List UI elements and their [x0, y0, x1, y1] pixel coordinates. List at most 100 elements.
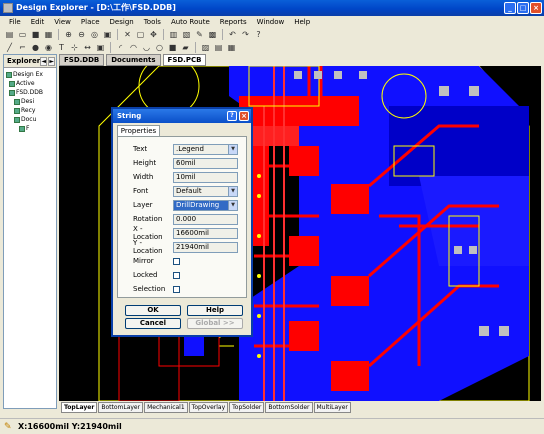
via-icon[interactable]: ● — [30, 42, 41, 53]
keepout-icon[interactable]: ▤ — [213, 42, 224, 53]
menu-autoroute[interactable]: Auto Route — [166, 18, 215, 26]
tree-item[interactable]: Design Ex — [6, 70, 54, 79]
text-dropdown[interactable]: .Legend ▼ — [173, 143, 238, 155]
explorer-tree: Design Ex Active FSD.DDB Desi Recy Docu … — [4, 68, 56, 135]
next-arrow-icon[interactable]: ► — [48, 56, 56, 66]
tree-item[interactable]: F — [6, 124, 54, 133]
menu-design[interactable]: Design — [105, 18, 139, 26]
chevron-down-icon[interactable]: ▼ — [228, 200, 237, 210]
dialog-titlebar: String ? × — [113, 109, 251, 123]
rotation-row: Rotation 0.000 — [118, 213, 248, 225]
tab-toplayer[interactable]: TopLayer — [61, 402, 98, 413]
array-icon[interactable]: ▦ — [226, 42, 237, 53]
help-icon[interactable]: ? — [253, 29, 264, 40]
y-location-input[interactable]: 21940mil — [173, 241, 238, 253]
tab-multilayer[interactable]: MultiLayer — [313, 402, 351, 413]
width-input[interactable]: 10mil — [173, 171, 238, 183]
menu-tools[interactable]: Tools — [139, 18, 166, 26]
document-tabs: FSD.DDB Documents FSD.PCB — [59, 54, 207, 66]
app-icon — [3, 3, 13, 13]
tab-bottomsolder[interactable]: BottomSolder — [265, 402, 313, 413]
string-icon[interactable]: T — [56, 42, 67, 53]
folder-icon — [14, 116, 20, 123]
prev-arrow-icon[interactable]: ◄ — [40, 56, 48, 66]
explorer-panel: Explorer ◄ ► Design Ex Active FSD.DDB De… — [3, 54, 57, 409]
tree-item[interactable]: Recy — [6, 106, 54, 115]
zoom-area-icon[interactable]: ◎ — [89, 29, 100, 40]
save-icon[interactable]: ■ — [30, 29, 41, 40]
library-icon[interactable]: ▧ — [181, 29, 192, 40]
properties-panel: Text .Legend ▼ Height 60mil Width 10mil F… — [117, 136, 247, 298]
run-icon[interactable]: ✎ — [194, 29, 205, 40]
menu-file[interactable]: File — [4, 18, 26, 26]
menu-window[interactable]: Window — [252, 18, 290, 26]
undo-icon[interactable]: ↶ — [227, 29, 238, 40]
menu-edit[interactable]: Edit — [26, 18, 50, 26]
recycle-icon — [14, 107, 20, 114]
dialog-close-icon[interactable]: × — [239, 111, 249, 121]
fill-icon[interactable]: ■ — [167, 42, 178, 53]
rotation-input[interactable]: 0.000 — [173, 213, 238, 225]
split-plane-icon[interactable]: ▨ — [200, 42, 211, 53]
menu-place[interactable]: Place — [76, 18, 105, 26]
dimension-icon[interactable]: ↔ — [82, 42, 93, 53]
line-icon[interactable]: ╱ — [4, 42, 15, 53]
text-row: Text .Legend ▼ — [118, 143, 248, 155]
tree-item[interactable]: Docu — [6, 115, 54, 124]
tab-topsolder[interactable]: TopSolder — [229, 402, 265, 413]
track-icon[interactable]: ⌐ — [17, 42, 28, 53]
ok-button[interactable]: OK — [125, 305, 181, 316]
cancel-button[interactable]: Cancel — [125, 318, 181, 329]
font-dropdown[interactable]: Default ▼ — [173, 185, 238, 197]
selection-checkbox[interactable] — [173, 285, 180, 293]
zoom-out-icon[interactable]: ⊖ — [76, 29, 87, 40]
locked-checkbox[interactable] — [173, 271, 180, 279]
menu-view[interactable]: View — [49, 18, 76, 26]
arc-edge-icon[interactable]: ◠ — [128, 42, 139, 53]
menu-reports[interactable]: Reports — [215, 18, 252, 26]
window-title: Design Explorer - [D:\工作\FSD.DDB] — [16, 3, 176, 12]
tree-item[interactable]: FSD.DDB — [6, 88, 54, 97]
component-icon[interactable]: ▥ — [168, 29, 179, 40]
pad-icon[interactable]: ◉ — [43, 42, 54, 53]
chevron-down-icon[interactable]: ▼ — [228, 144, 237, 154]
tab-fsd-ddb[interactable]: FSD.DDB — [59, 54, 105, 66]
minimize-button[interactable]: _ — [504, 2, 516, 14]
tab-mechanical1[interactable]: Mechanical1 — [144, 402, 188, 413]
tree-item[interactable]: Desi — [6, 97, 54, 106]
explorer-icon[interactable]: ▤ — [4, 29, 15, 40]
chevron-down-icon[interactable]: ▼ — [228, 186, 237, 196]
arc-center-icon[interactable]: ◜ — [115, 42, 126, 53]
tab-topoverlay[interactable]: TopOverlay — [188, 402, 229, 413]
maximize-button[interactable]: □ — [517, 2, 529, 14]
close-button[interactable]: × — [530, 2, 542, 14]
select-icon[interactable]: ▢ — [135, 29, 146, 40]
circle-icon[interactable]: ○ — [154, 42, 165, 53]
tab-bottomlayer[interactable]: BottomLayer — [98, 402, 144, 413]
print-icon[interactable]: ▦ — [43, 29, 54, 40]
global-button[interactable]: Global >> — [187, 318, 243, 329]
tab-fsd-pcb[interactable]: FSD.PCB — [162, 54, 207, 66]
mirror-checkbox[interactable] — [173, 257, 180, 265]
height-input[interactable]: 60mil — [173, 157, 238, 169]
coordinate-icon[interactable]: ⊹ — [69, 42, 80, 53]
layer-dropdown[interactable]: DrillDrawing ▼ — [173, 199, 238, 211]
open-icon[interactable]: ▭ — [17, 29, 28, 40]
help-button[interactable]: Help — [187, 305, 243, 316]
x-location-input[interactable]: 16600mil — [173, 227, 238, 239]
move-icon[interactable]: ✥ — [148, 29, 159, 40]
cross-probe-icon[interactable]: ✕ — [122, 29, 133, 40]
tab-documents[interactable]: Documents — [106, 54, 161, 66]
component-place-icon[interactable]: ▣ — [95, 42, 106, 53]
menu-help[interactable]: Help — [289, 18, 315, 26]
zoom-in-icon[interactable]: ⊕ — [63, 29, 74, 40]
polygon-icon[interactable]: ▰ — [180, 42, 191, 53]
grid-icon[interactable]: ▩ — [207, 29, 218, 40]
folder-icon — [6, 71, 12, 78]
zoom-fit-icon[interactable]: ▣ — [102, 29, 113, 40]
tree-item[interactable]: Active — [6, 79, 54, 88]
dialog-help-icon[interactable]: ? — [227, 111, 237, 121]
menu-bar: File Edit View Place Design Tools Auto R… — [0, 16, 544, 27]
redo-icon[interactable]: ↷ — [240, 29, 251, 40]
arc-any-icon[interactable]: ◡ — [141, 42, 152, 53]
